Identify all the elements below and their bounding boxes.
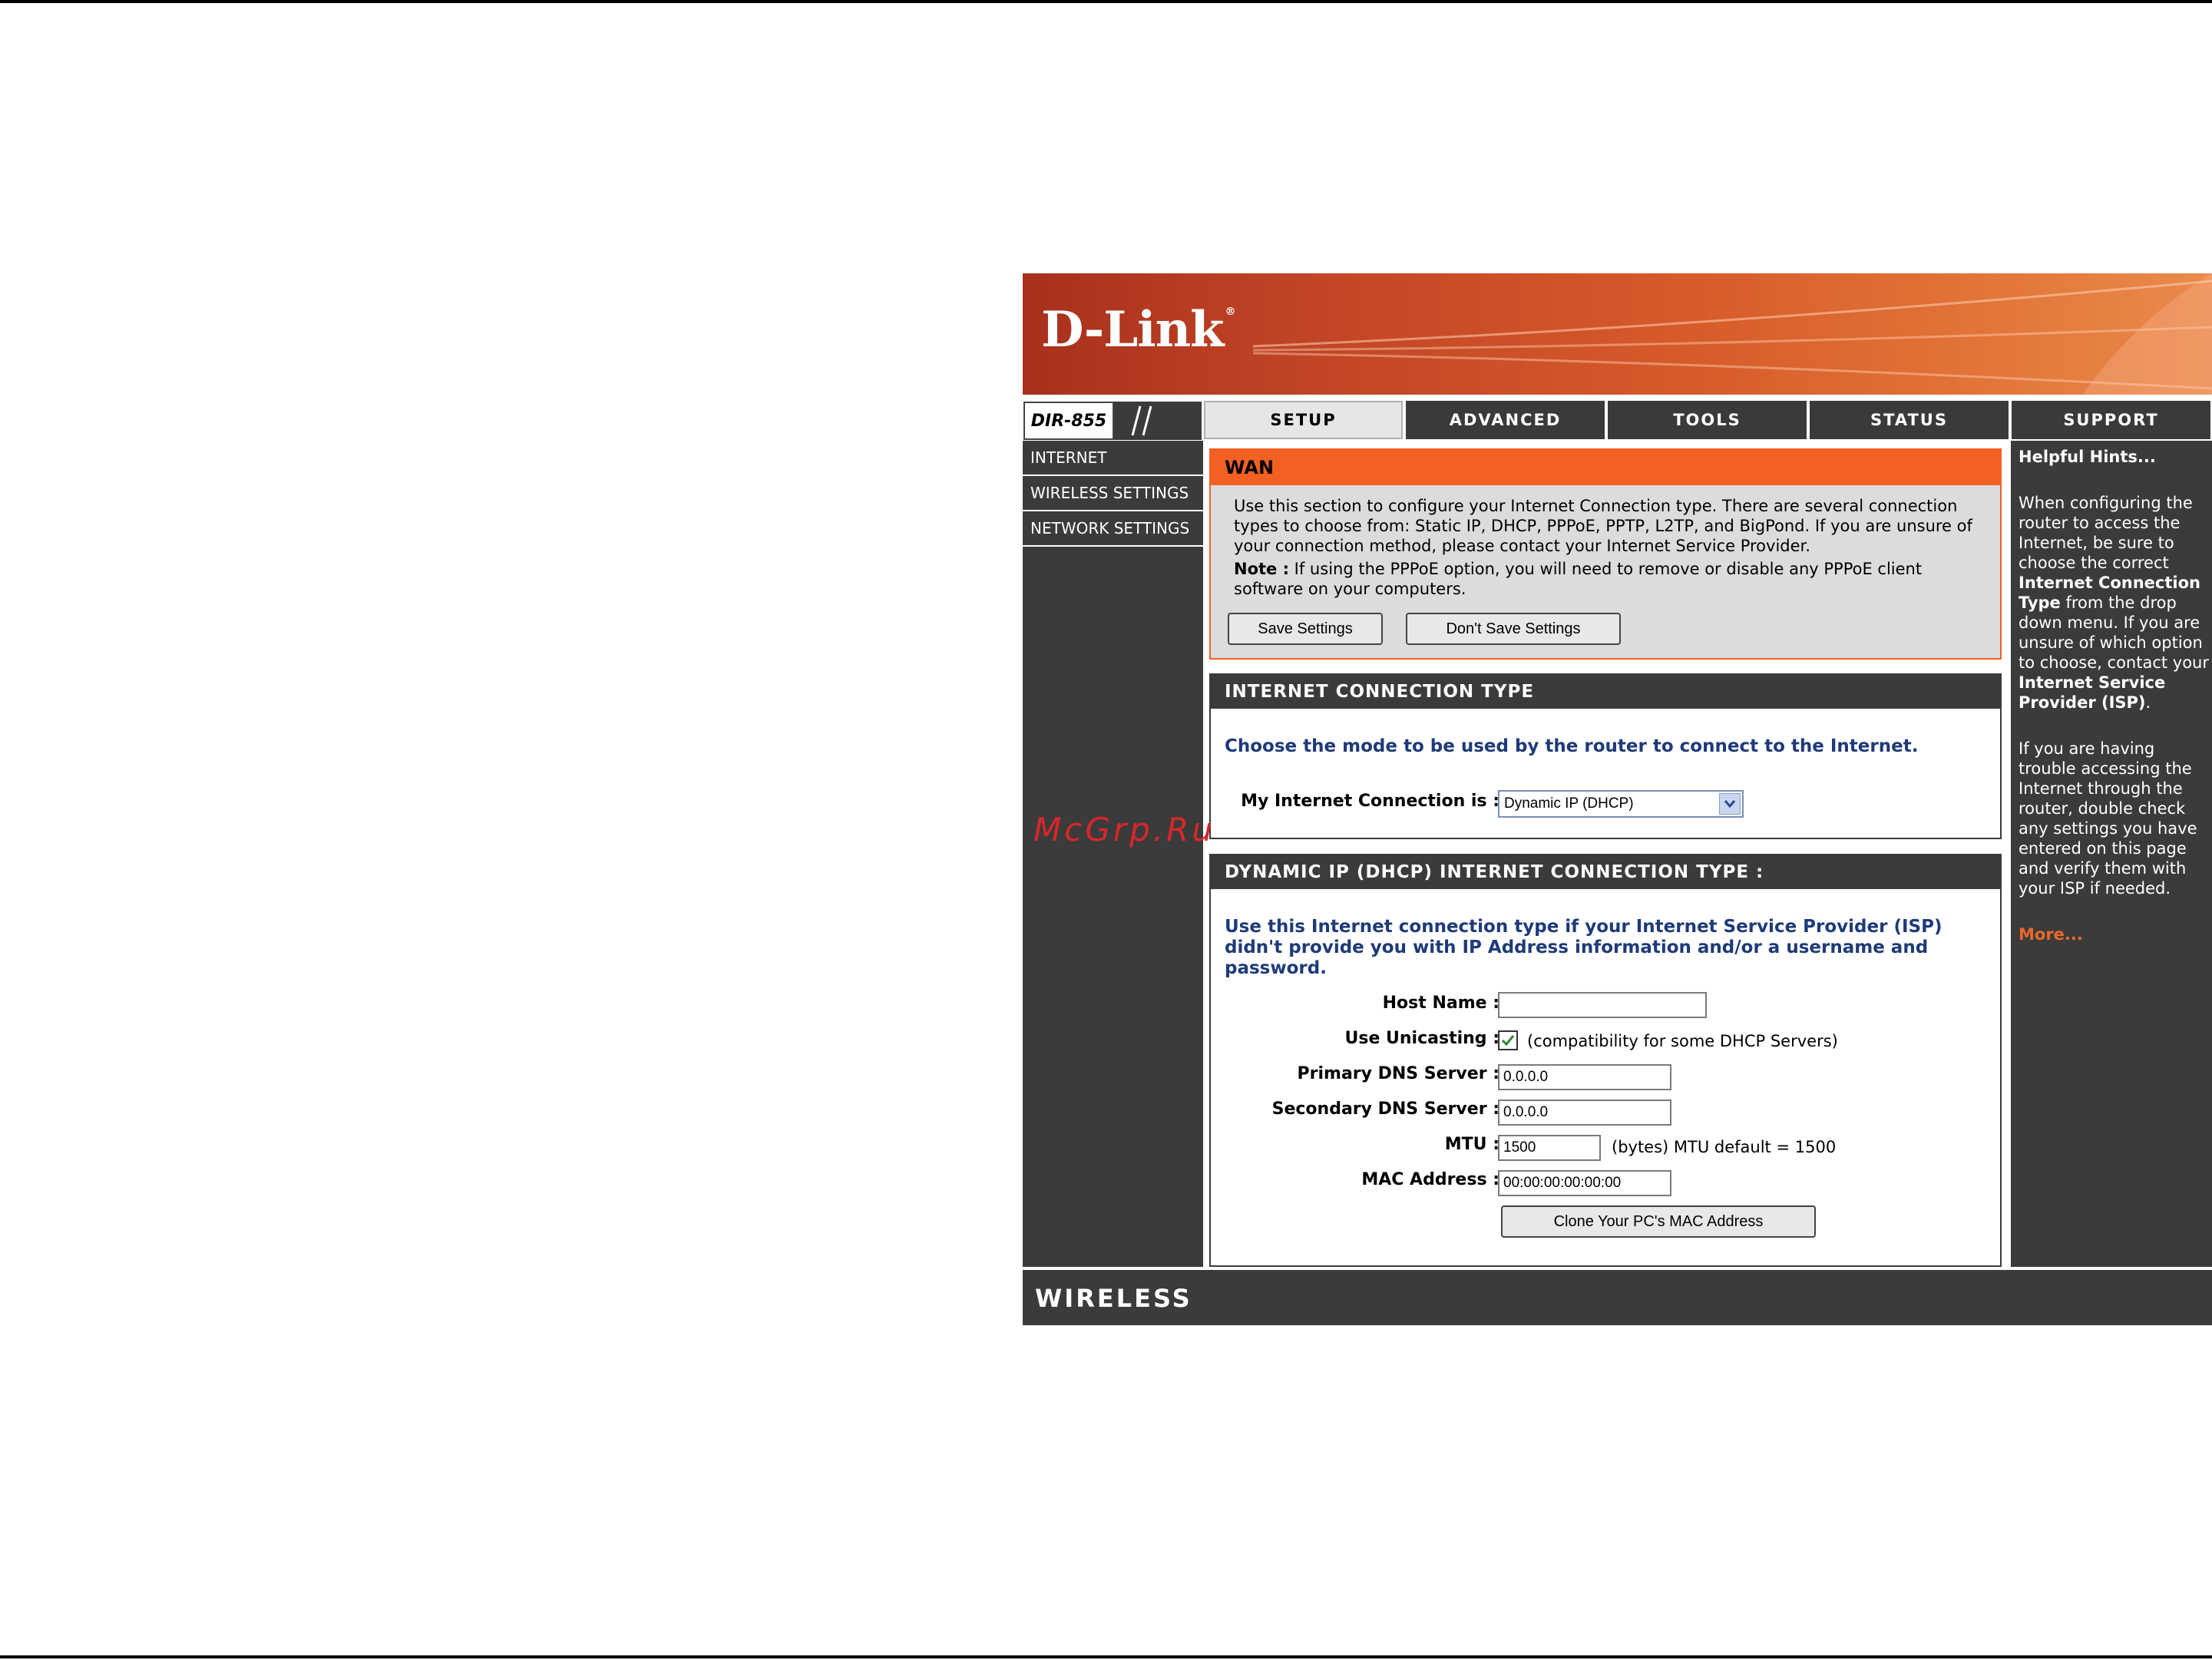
watermark: McGrp.Ru	[1033, 811, 1215, 848]
router-web-ui: D-Link ® DIR-855 SETUP ADVANCED TOOLS STA…	[1023, 273, 2212, 1325]
hints-paragraph-2: If you are having trouble accessing the …	[2019, 739, 2197, 898]
clone-mac-button[interactable]: Clone Your PC's MAC Address	[1501, 1205, 1816, 1238]
sidebar: INTERNET WIRELESS SETTINGS NETWORK SETTI…	[1023, 441, 1203, 1267]
wan-note: Note : If using the PPPoE option, you wi…	[1234, 560, 1923, 598]
save-settings-button[interactable]: Save Settings	[1228, 613, 1383, 645]
secondary-dns-input[interactable]: 0.0.0.0	[1498, 1100, 1671, 1126]
tab-advanced[interactable]: ADVANCED	[1406, 401, 1605, 439]
model-name: DIR-855	[1023, 402, 1114, 440]
connection-type-selected: Dynamic IP (DHCP)	[1504, 795, 1634, 812]
dhcp-title: DYNAMIC IP (DHCP) INTERNET CONNECTION TY…	[1211, 855, 2000, 889]
checkmark-icon	[1501, 1035, 1515, 1047]
header-banner: D-Link ®	[1023, 273, 2212, 395]
helpful-hints-panel: Helpful Hints... When configuring the ro…	[2011, 441, 2212, 1267]
mtu-note: (bytes) MTU default = 1500	[1612, 1138, 1837, 1156]
mac-address-label: MAC Address :	[1361, 1170, 1499, 1189]
wan-title: WAN	[1211, 450, 2000, 485]
slashes-icon	[1131, 405, 1152, 436]
mac-address-input[interactable]: 00:00:00:00:00:00	[1498, 1170, 1671, 1196]
wan-panel: WAN Use this section to configure your I…	[1209, 448, 2002, 660]
primary-dns-input[interactable]: 0.0.0.0	[1498, 1064, 1671, 1090]
more-link[interactable]: More...	[2019, 925, 2083, 944]
tab-tools[interactable]: TOOLS	[1608, 401, 1807, 439]
page-bottom-rule	[0, 1655, 2212, 1658]
connection-type-label: My Internet Connection is :	[1241, 792, 1499, 811]
sidebar-item-network-settings[interactable]: NETWORK SETTINGS	[1023, 511, 1203, 547]
wan-description: Use this section to configure your Inter…	[1234, 497, 1972, 555]
hints-paragraph-1: When configuring the router to access th…	[2019, 494, 2210, 712]
page-top-rule	[0, 0, 2212, 3]
wireless-footer-label: WIRELESS	[1035, 1284, 1192, 1313]
model-badge: DIR-855	[1023, 401, 1202, 441]
dont-save-settings-button[interactable]: Don't Save Settings	[1406, 613, 1621, 645]
mtu-label: MTU :	[1444, 1135, 1499, 1154]
internet-connection-type-title: INTERNET CONNECTION TYPE	[1211, 675, 2000, 709]
dhcp-panel: DYNAMIC IP (DHCP) INTERNET CONNECTION TY…	[1209, 854, 2002, 1267]
sidebar-item-internet[interactable]: INTERNET	[1023, 441, 1203, 476]
tab-support[interactable]: SUPPORT	[2012, 401, 2210, 439]
connection-mode-prompt: Choose the mode to be used by the router…	[1225, 736, 1919, 756]
footer-bar: WIRELESS	[1023, 1270, 2212, 1325]
mtu-input[interactable]: 1500	[1498, 1135, 1601, 1161]
sidebar-item-wireless-settings[interactable]: WIRELESS SETTINGS	[1023, 476, 1203, 511]
hints-title: Helpful Hints...	[2019, 448, 2156, 466]
host-name-input[interactable]	[1498, 992, 1707, 1018]
internet-connection-type-panel: INTERNET CONNECTION TYPE Choose the mode…	[1209, 673, 2002, 839]
unicasting-note: (compatibility for some DHCP Servers)	[1527, 1032, 1838, 1050]
secondary-dns-label: Secondary DNS Server :	[1271, 1100, 1499, 1119]
primary-dns-label: Primary DNS Server :	[1297, 1064, 1500, 1083]
tab-status[interactable]: STATUS	[1810, 401, 2009, 439]
dhcp-intro: Use this Internet connection type if you…	[1225, 917, 1943, 978]
unicasting-checkbox[interactable]	[1498, 1030, 1518, 1050]
dlink-logo: D-Link ®	[1041, 301, 1235, 359]
top-nav: DIR-855 SETUP ADVANCED TOOLS STATUS SUPP…	[1023, 401, 2212, 441]
host-name-label: Host Name :	[1382, 994, 1499, 1013]
tab-setup[interactable]: SETUP	[1204, 401, 1403, 439]
chevron-down-icon[interactable]	[1719, 793, 1741, 815]
unicasting-label: Use Unicasting :	[1344, 1029, 1499, 1048]
connection-type-select[interactable]: Dynamic IP (DHCP)	[1498, 790, 1744, 818]
